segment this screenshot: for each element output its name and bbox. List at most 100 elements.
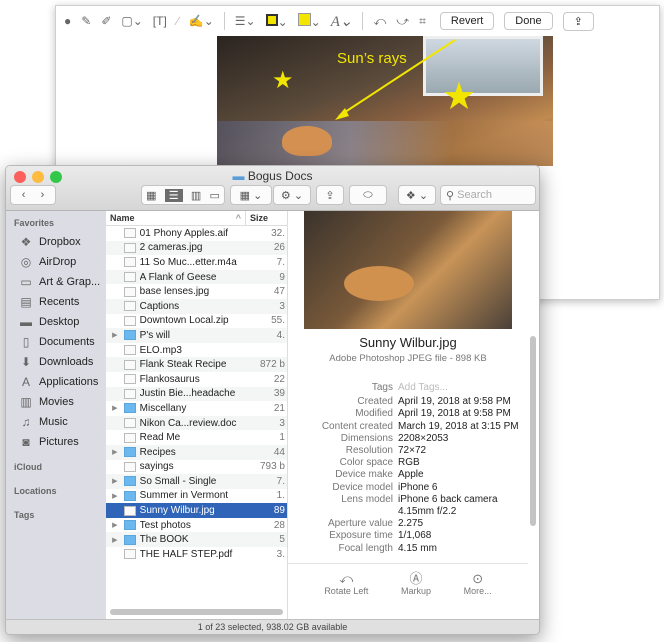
gallery-view-icon[interactable]: ▭ [209,189,219,202]
disclosure-triangle-icon[interactable]: ▶ [106,477,124,485]
shapes-icon[interactable]: ▢⌄ [121,14,142,28]
sidebar-item-dropbox[interactable]: ❖ Dropbox [6,232,106,252]
sidebar-item-desktop[interactable]: ▬ Desktop [6,312,106,332]
file-row[interactable]: THE HALF STEP.pdf 3. [106,547,287,562]
file-icon [123,345,136,356]
sidebar-item-documents[interactable]: ▯ Documents [6,332,106,352]
disclosure-triangle-icon[interactable]: ▶ [106,492,124,500]
file-row[interactable]: ▶ The BOOK 5 [106,532,287,548]
fill-color-icon[interactable]: ⌄ [297,13,321,29]
disclosure-triangle-icon[interactable]: ▶ [106,404,124,412]
metadata-value: 2.275 [398,518,424,530]
sidebar-item-applications[interactable]: A Applications [6,372,106,392]
highlight-pen-icon[interactable]: ✐ [101,14,111,28]
more-button[interactable]: ⊙ More... [464,572,492,598]
sidebar-item-movies[interactable]: ▥ Movies [6,392,106,412]
file-row[interactable]: Flank Steak Recipe 872 b [106,357,287,372]
crop-icon[interactable]: ⌗ [419,14,426,29]
file-name: Read Me [139,432,181,444]
file-icon [123,315,136,326]
list-view-icon[interactable]: ☰ [164,188,183,202]
sidebar-item-downloads[interactable]: ⬇ Downloads [6,352,106,372]
file-row[interactable]: A Flank of Geese 9 [106,269,287,285]
icloud-heading[interactable]: iCloud [6,458,106,476]
sidebar-item-art-grap[interactable]: ▭ Art & Grap... [6,272,106,292]
icon-view-icon[interactable]: ▦ [146,189,156,202]
file-row[interactable]: ▶ Test photos 28 [106,518,287,533]
share-button[interactable]: ⇪ [562,11,594,31]
line-style-icon[interactable]: ☰⌄ [235,14,256,28]
share-button[interactable]: ⇪ [316,185,344,205]
search-field[interactable]: ⚲ Search [440,185,536,205]
text-icon[interactable]: [T] [153,14,167,28]
back-icon[interactable]: ‹ [22,189,26,201]
group-button[interactable]: ▦ ⌄ [230,185,272,205]
file-row[interactable]: ▶ Miscellany 21 [106,401,287,416]
file-row[interactable]: ▶ P's will 4. [106,328,287,343]
dropbox-button[interactable]: ❖ ⌄ [398,185,436,205]
vertical-scrollbar[interactable] [530,336,536,526]
file-row[interactable]: Justin Bie...headache 39 [106,386,287,402]
sketch-icon[interactable]: ● [64,14,71,28]
metadata-value[interactable]: Add Tags... [398,382,528,394]
highlight-icon[interactable]: ∕ [177,14,179,28]
done-button[interactable]: Done [504,12,553,30]
list-header: Name ^ Size [106,211,287,226]
sidebar-item-label: AirDrop [39,256,77,268]
action-label: Markup [400,586,431,596]
file-name: Sunny Wilbur.jpg [139,505,215,517]
file-row[interactable]: 2 cameras.jpg 26 [106,240,287,256]
rotate-left-icon[interactable]: ⤺ [373,14,386,29]
sidebar-item-recents[interactable]: ▤ Recents [6,292,106,312]
action-button[interactable]: ⚙ ⌄ [273,185,311,205]
file-row[interactable]: Flankosaurus 22 [106,372,287,387]
forward-icon[interactable]: › [41,189,45,201]
file-row[interactable]: ▶ Summer in Vermont 1. [106,489,287,504]
revert-button[interactable]: Revert [439,12,495,30]
file-row[interactable]: base lenses.jpg 47 [106,284,287,299]
file-row[interactable]: ▶ So Small - Single 7. [106,474,287,489]
disclosure-triangle-icon[interactable]: ▶ [106,448,124,456]
file-row[interactable]: Downtown Local.zip 55. [106,314,287,329]
file-row[interactable]: 01 Phony Apples.aif 32. [106,226,287,241]
sidebar-item-pictures[interactable]: ◙ Pictures [6,432,106,452]
markup-image[interactable]: ★ ★ Sun’s rays [217,36,553,166]
file-name: Summer in Vermont [139,490,229,502]
file-row[interactable]: ▶ Recipes 44 [106,444,287,460]
file-row[interactable]: ELO.mp3 [106,343,287,358]
horizontal-scrollbar[interactable] [110,609,283,615]
sidebar-item-airdrop[interactable]: ◎ AirDrop [6,252,106,272]
file-name: base lenses.jpg [139,286,210,298]
file-row[interactable]: Captions 3 [106,298,287,314]
tags-button[interactable]: ⬭ [349,185,387,205]
back-forward-buttons[interactable]: ‹ › [10,185,56,205]
file-row[interactable]: sayings 793 b [106,460,287,475]
markup-button[interactable]: Ⓐ Markup [401,572,431,598]
locations-heading[interactable]: Locations [6,482,106,500]
column-size[interactable]: Size [246,211,272,225]
file-row[interactable]: Nikon Ca...review.doc 3 [106,415,287,431]
column-view-icon[interactable]: ▥ [191,189,201,202]
sidebar-item-music[interactable]: ♫ Music [6,412,106,432]
rotate-right-icon[interactable]: ⤻ [396,14,409,29]
rotate-left-button[interactable]: ⤺ Rotate Left [324,572,368,598]
sidebar-item-label: Pictures [39,436,79,448]
file-row[interactable]: Read Me 1 [106,430,287,445]
text-style-icon[interactable]: A⌄ [331,12,353,31]
file-row[interactable]: Sunny Wilbur.jpg 89 [106,503,287,518]
file-name: Justin Bie...headache [139,388,236,400]
file-row[interactable]: 11 So Muc...etter.m4a 7. [106,255,287,270]
draw-icon[interactable]: ✎ [81,14,91,28]
view-switcher[interactable]: ▦ ☰ ▥ ▭ [141,185,225,205]
sign-icon[interactable]: ✍⌄ [189,14,214,28]
disclosure-triangle-icon[interactable]: ▶ [106,521,124,529]
tags-heading[interactable]: Tags [6,506,106,524]
disclosure-triangle-icon[interactable]: ▶ [106,536,124,544]
disclosure-triangle-icon[interactable]: ▶ [106,331,124,339]
arrow-annotation[interactable] [217,36,553,166]
column-name[interactable]: Name ^ [106,211,246,225]
border-color-icon[interactable]: ⌄ [265,13,288,29]
preview-filename: Sunny Wilbur.jpg [359,335,457,350]
file-size: 89 [273,505,285,517]
airdrop-icon: ◎ [20,255,32,269]
